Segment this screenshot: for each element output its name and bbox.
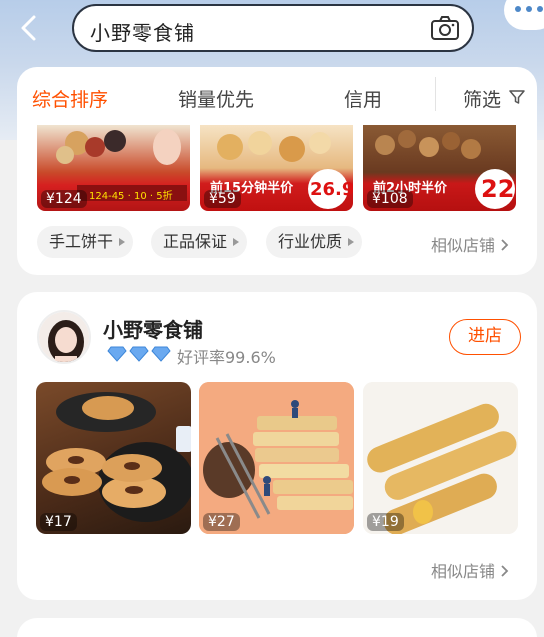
product-thumb[interactable]: 前2小时半价 22 ¥108 — [363, 125, 516, 211]
tab-comprehensive[interactable]: 综合排序 — [32, 85, 108, 112]
filter-icon[interactable] — [509, 89, 525, 105]
enter-shop-button[interactable]: 进店 — [449, 319, 521, 355]
product-thumb[interactable]: ¥17 — [36, 382, 191, 534]
product-image — [363, 382, 518, 534]
chevron-right-icon — [501, 565, 509, 577]
shop-card-1: 124-45 · 10 · 5折 ¥124 前15分钟半价 26.95 ¥59 … — [17, 125, 537, 275]
product-price: ¥19 — [367, 513, 404, 531]
product-price: ¥108 — [367, 190, 413, 208]
similar-shops-label: 相似店铺 — [431, 236, 496, 255]
product-price: ¥27 — [203, 513, 240, 531]
product-thumb[interactable]: ¥19 — [363, 382, 518, 534]
tab-credit[interactable]: 信用 — [344, 85, 382, 112]
shop-level — [107, 346, 171, 362]
promo-price: 26.95 — [310, 179, 353, 200]
product-price: ¥59 — [204, 190, 241, 208]
tab-sales[interactable]: 销量优先 — [178, 85, 254, 112]
shop-tag[interactable]: 行业优质 — [266, 226, 363, 258]
promo-banner: 124-45 · 10 · 5折 — [89, 191, 173, 202]
avatar[interactable] — [37, 310, 91, 364]
similar-shops-link[interactable]: 相似店铺 — [431, 558, 510, 582]
product-thumb[interactable]: 124-45 · 10 · 5折 ¥124 — [37, 125, 190, 211]
rating-text: 好评率99.6% — [177, 348, 276, 367]
sort-bar: 综合排序 销量优先 信用 筛选 — [17, 67, 537, 125]
diamond-icon — [129, 346, 149, 362]
product-image — [199, 382, 354, 534]
product-image — [42, 392, 191, 522]
diamond-icon — [151, 346, 171, 362]
shop-tag[interactable]: 手工饼干 — [37, 226, 134, 258]
back-arrow-icon — [21, 15, 36, 41]
diamond-icon — [107, 346, 127, 362]
product-price: ¥17 — [40, 513, 77, 531]
product-price: ¥124 — [41, 190, 87, 208]
back-button[interactable] — [12, 10, 48, 46]
shop-name[interactable]: 小野零食铺 — [103, 314, 203, 343]
shop-card-2: 小野零食铺 好评率99.6% 进店 ¥17 ¥27 ¥19 相似店铺 — [17, 292, 537, 600]
shop-tag[interactable]: 正品保证 — [151, 226, 248, 258]
more-icon — [515, 6, 543, 12]
search-box[interactable]: 小野零食铺 — [72, 4, 474, 52]
similar-shops-label: 相似店铺 — [431, 562, 496, 581]
search-query: 小野零食铺 — [90, 21, 195, 45]
product-thumb[interactable]: ¥27 — [199, 382, 354, 534]
camera-icon[interactable] — [430, 15, 460, 41]
product-thumb[interactable]: 前15分钟半价 26.95 ¥59 — [200, 125, 353, 211]
similar-shops-link[interactable]: 相似店铺 — [431, 232, 510, 256]
tab-filter[interactable]: 筛选 — [463, 85, 501, 112]
shop-card-3 — [17, 618, 537, 637]
chevron-right-icon — [501, 239, 509, 251]
promo-price: 22 — [481, 175, 515, 203]
divider — [435, 77, 436, 111]
